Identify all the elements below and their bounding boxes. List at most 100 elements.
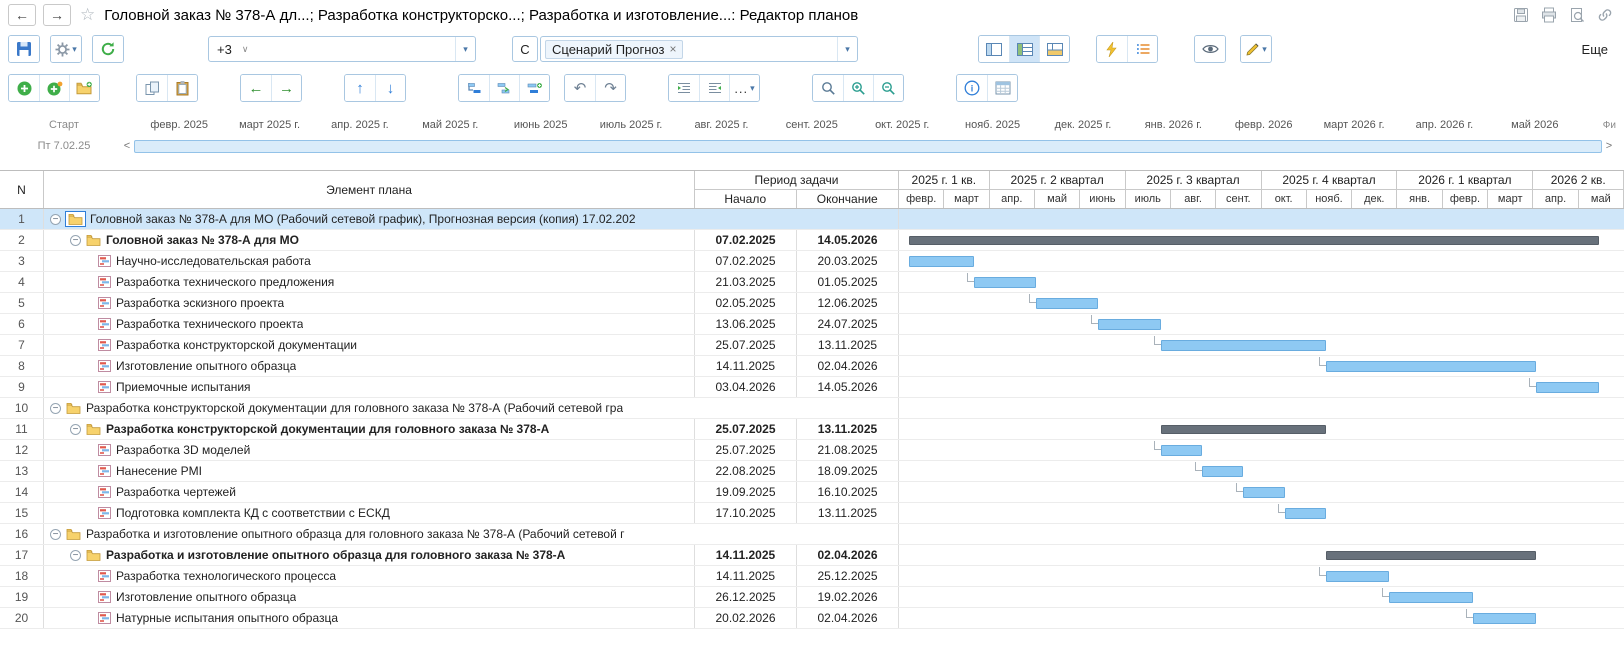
add-copy-button[interactable]: [39, 75, 69, 101]
calendar-button[interactable]: [987, 75, 1017, 101]
gantt-bar[interactable]: [1036, 298, 1098, 309]
table-row[interactable]: 8Изготовление опытного образца14.11.2025…: [0, 356, 1624, 377]
scenario-prefix-button[interactable]: С: [512, 36, 538, 62]
checklist-button[interactable]: [1127, 36, 1157, 62]
table-row[interactable]: 20Натурные испытания опытного образца20.…: [0, 608, 1624, 629]
scenario-tag[interactable]: Сценарий Прогноз×: [545, 40, 683, 59]
paste-button[interactable]: [167, 75, 197, 101]
more-button[interactable]: Еще: [1574, 38, 1616, 61]
task-icon: [98, 570, 111, 582]
view-gantt-button[interactable]: [1009, 36, 1039, 62]
settings-button[interactable]: ▾: [51, 36, 81, 62]
print-preview-icon[interactable]: [1568, 6, 1586, 24]
gantt-bar[interactable]: [1202, 466, 1244, 477]
table-row[interactable]: 4Разработка технического предложения21.0…: [0, 272, 1624, 293]
gantt-bar[interactable]: [1161, 340, 1327, 351]
level-right-button[interactable]: [699, 75, 729, 101]
recalculate-button[interactable]: [1097, 36, 1127, 62]
collapse-icon[interactable]: −: [70, 424, 81, 435]
table-row[interactable]: 17−Разработка и изготовление опытного об…: [0, 545, 1624, 566]
redo-button[interactable]: ↷: [595, 75, 625, 101]
row-number-cell: 2: [0, 230, 44, 250]
table-row[interactable]: 14Разработка чертежей19.09.202516.10.202…: [0, 482, 1624, 503]
level-left-button[interactable]: [669, 75, 699, 101]
visibility-button[interactable]: [1195, 36, 1225, 62]
save-icon[interactable]: [1512, 6, 1530, 24]
task-move-button[interactable]: [489, 75, 519, 101]
collapse-icon[interactable]: −: [50, 529, 61, 540]
add-button[interactable]: [9, 75, 39, 101]
zoom-in-button[interactable]: [843, 75, 873, 101]
scenario-dropdown-button[interactable]: ▾: [837, 37, 857, 61]
print-icon[interactable]: [1540, 6, 1558, 24]
redo-icon: ↷: [604, 79, 617, 97]
info-button[interactable]: i: [957, 75, 987, 101]
scenario-combo[interactable]: Сценарий Прогноз× ▾: [540, 36, 858, 62]
gantt-bar[interactable]: [909, 236, 1599, 245]
table-row[interactable]: 6Разработка технического проекта13.06.20…: [0, 314, 1624, 335]
scroll-right-button[interactable]: >: [1602, 140, 1616, 152]
table-row[interactable]: 18Разработка технологического процесса14…: [0, 566, 1624, 587]
gantt-bar[interactable]: [1161, 445, 1202, 456]
levels-menu-button[interactable]: ...▾: [729, 75, 759, 101]
table-row[interactable]: 3Научно-исследовательская работа07.02.20…: [0, 251, 1624, 272]
gantt-bar[interactable]: [909, 256, 974, 267]
collapse-icon[interactable]: −: [50, 214, 61, 225]
table-row[interactable]: 10−Разработка конструкторской документац…: [0, 398, 1624, 419]
link-tasks-button[interactable]: [459, 75, 489, 101]
table-row[interactable]: 19Изготовление опытного образца26.12.202…: [0, 587, 1624, 608]
back-button[interactable]: ←: [8, 4, 36, 26]
link-connector-icon: [1319, 567, 1326, 576]
copy-button[interactable]: [137, 75, 167, 101]
gantt-bar[interactable]: [974, 277, 1037, 288]
forward-button[interactable]: →: [43, 4, 71, 26]
collapse-icon[interactable]: −: [70, 235, 81, 246]
remove-tag-icon[interactable]: ×: [669, 42, 676, 56]
collapse-icon[interactable]: −: [70, 550, 81, 561]
month-header-cell: март: [1488, 190, 1533, 208]
task-add-button[interactable]: [519, 75, 549, 101]
add-group-button[interactable]: [69, 75, 99, 101]
gantt-bar[interactable]: [1161, 425, 1327, 434]
view-columns-button[interactable]: [979, 36, 1009, 62]
gantt-bar[interactable]: [1285, 508, 1327, 519]
outdent-button[interactable]: ←: [241, 75, 271, 101]
move-up-button[interactable]: ↑: [345, 75, 375, 101]
table-row[interactable]: 15Подготовка комплекта КД с соответствии…: [0, 503, 1624, 524]
filter-combo[interactable]: +3 ∨ ▾: [208, 36, 476, 62]
gantt-bar[interactable]: [1389, 592, 1474, 603]
table-row[interactable]: 1−Головной заказ № 378-А для МО (Рабочий…: [0, 209, 1624, 230]
gantt-bar[interactable]: [1536, 382, 1599, 393]
row-number-cell: 10: [0, 398, 44, 418]
link-connector-icon: [1278, 504, 1285, 513]
table-row[interactable]: 11−Разработка конструкторской документац…: [0, 419, 1624, 440]
gantt-bar[interactable]: [1473, 613, 1536, 624]
gantt-bar[interactable]: [1326, 551, 1536, 560]
undo-button[interactable]: ↶: [565, 75, 595, 101]
link-icon[interactable]: [1596, 6, 1614, 24]
gantt-bar[interactable]: [1243, 487, 1285, 498]
table-row[interactable]: 9Приемочные испытания03.04.202614.05.202…: [0, 377, 1624, 398]
refresh-button[interactable]: [93, 36, 123, 62]
search-button[interactable]: [813, 75, 843, 101]
table-row[interactable]: 13Нанесение PMI22.08.202518.09.2025: [0, 461, 1624, 482]
table-row[interactable]: 5Разработка эскизного проекта02.05.20251…: [0, 293, 1624, 314]
table-row[interactable]: 7Разработка конструкторской документации…: [0, 335, 1624, 356]
filter-dropdown-button[interactable]: ▾: [455, 37, 475, 61]
table-row[interactable]: 12Разработка 3D моделей25.07.202521.08.2…: [0, 440, 1624, 461]
save-button[interactable]: [9, 36, 39, 62]
edit-mode-button[interactable]: ▾: [1241, 36, 1271, 62]
collapse-icon[interactable]: −: [50, 403, 61, 414]
table-row[interactable]: 2−Головной заказ № 378-А для МО07.02.202…: [0, 230, 1624, 251]
move-down-button[interactable]: ↓: [375, 75, 405, 101]
gantt-bar[interactable]: [1098, 319, 1160, 330]
view-split-button[interactable]: [1039, 36, 1069, 62]
gantt-bar[interactable]: [1326, 361, 1536, 372]
gantt-bar[interactable]: [1326, 571, 1388, 582]
table-row[interactable]: 16−Разработка и изготовление опытного об…: [0, 524, 1624, 545]
indent-button[interactable]: →: [271, 75, 301, 101]
zoom-out-button[interactable]: [873, 75, 903, 101]
favorite-star-icon[interactable]: ☆: [80, 5, 95, 25]
scroll-left-button[interactable]: <: [120, 140, 134, 152]
timeline-range-band[interactable]: [134, 140, 1602, 153]
